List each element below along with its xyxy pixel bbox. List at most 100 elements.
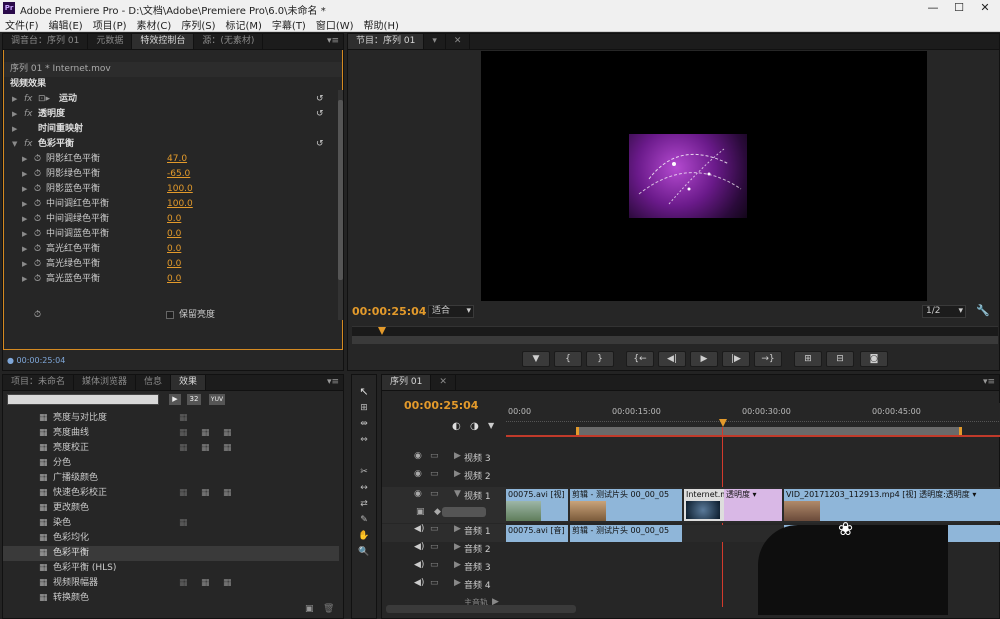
video-1-track-area[interactable]: 00075.avi [视] 剪辑 - 测试片头 00_00_05 Interne…: [506, 487, 1000, 523]
menu-file[interactable]: 文件(F): [0, 16, 44, 32]
tab-effect-controls[interactable]: 特效控制台: [132, 34, 195, 49]
lock-icon[interactable]: ▭: [430, 451, 439, 461]
eye-icon[interactable]: ◉: [414, 469, 422, 479]
list-item[interactable]: ▦ 更改颜色: [3, 501, 339, 516]
program-video-frame[interactable]: [481, 51, 927, 301]
menu-clip[interactable]: 素材(C): [132, 16, 177, 32]
list-item[interactable]: ▦ 广播级颜色: [3, 471, 339, 486]
yuv-filter-icon[interactable]: YUV: [209, 394, 225, 405]
reset-icon[interactable]: ↺: [316, 137, 324, 152]
param-value[interactable]: 0.0: [167, 212, 181, 227]
param-row[interactable]: ▶ ⏱ 阴影红色平衡 47.0: [4, 152, 344, 167]
delete-icon[interactable]: 🗑: [323, 604, 334, 614]
menu-help[interactable]: 帮助(H): [359, 16, 404, 32]
list-item[interactable]: ▦ 快速色彩校正 ▦ ▦ ▦: [3, 486, 339, 501]
param-row[interactable]: ▶ ⏱ 阴影蓝色平衡 100.0: [4, 182, 344, 197]
hand-tool-icon[interactable]: ✋: [356, 531, 372, 541]
marker-icon[interactable]: ◑: [470, 421, 479, 432]
lift-button[interactable]: ⊞: [794, 351, 822, 367]
panel-menu-icon[interactable]: ▾≡: [327, 36, 339, 46]
extract-button[interactable]: ⊟: [826, 351, 854, 367]
menu-window[interactable]: 窗口(W): [311, 16, 359, 32]
param-row[interactable]: ▶ ⏱ 阴影绿色平衡 -65.0: [4, 167, 344, 182]
param-value[interactable]: 100.0: [167, 182, 193, 197]
param-row[interactable]: ▶ ⏱ 高光绿色平衡 0.0: [4, 257, 344, 272]
tab-audio-mixer[interactable]: 调音台：序列 01: [3, 34, 89, 49]
list-item[interactable]: ▦ 分色: [3, 456, 339, 471]
export-frame-button[interactable]: ◙: [860, 351, 888, 367]
param-value[interactable]: 0.0: [167, 272, 181, 287]
video-clip-title-sequence[interactable]: 剪辑 - 测试片头 00_00_05: [570, 489, 682, 521]
rolling-edit-tool-icon[interactable]: ⇔: [356, 435, 372, 445]
selection-tool-icon[interactable]: ↖: [356, 385, 372, 398]
program-tab-menu-icon[interactable]: ▾: [424, 34, 446, 49]
tab-media-browser[interactable]: 媒体浏览器: [74, 375, 137, 390]
list-item[interactable]: ▦ 色彩均化: [3, 531, 339, 546]
32bit-filter-icon[interactable]: 32: [187, 394, 201, 405]
effect-row-motion[interactable]: ▶ fx ⊡▸ 运动 ↺: [4, 92, 342, 107]
tab-effects[interactable]: 效果: [171, 375, 207, 390]
keyframe-icon[interactable]: ◆: [434, 507, 441, 517]
speaker-icon[interactable]: ◀): [414, 524, 424, 534]
tab-source[interactable]: 源：(无素材): [194, 34, 264, 49]
collapse-icon[interactable]: ▼: [454, 489, 461, 499]
step-back-button[interactable]: ◀|: [658, 351, 686, 367]
scrollbar[interactable]: [338, 90, 343, 320]
expand-icon[interactable]: ▶: [454, 469, 461, 479]
lock-icon[interactable]: ▭: [430, 489, 439, 499]
program-zoom-bar[interactable]: [352, 336, 998, 344]
play-button[interactable]: ▶: [690, 351, 718, 367]
tab-sequence[interactable]: 序列 01: [382, 375, 432, 390]
expand-icon[interactable]: ▶: [454, 451, 461, 461]
track-select-tool-icon[interactable]: ⊞: [356, 403, 372, 413]
expand-icon[interactable]: ▶: [12, 122, 17, 137]
lock-icon[interactable]: ▭: [430, 469, 439, 479]
list-item[interactable]: ▦ 亮度与对比度 ▦: [3, 411, 339, 426]
list-item[interactable]: ▦ 亮度曲线 ▦ ▦ ▦: [3, 426, 339, 441]
timeline-horizontal-scrollbar[interactable]: [386, 605, 576, 613]
param-row[interactable]: ▶ ⏱ 中间调绿色平衡 0.0: [4, 212, 344, 227]
menu-edit[interactable]: 编辑(E): [44, 16, 88, 32]
lock-icon[interactable]: ▭: [430, 524, 439, 534]
mark-in-button[interactable]: {: [554, 351, 582, 367]
zoom-tool-icon[interactable]: 🔍: [356, 547, 372, 557]
param-value[interactable]: -65.0: [167, 167, 190, 182]
close-icon[interactable]: ✕: [431, 375, 456, 390]
speaker-icon[interactable]: ◀): [414, 560, 424, 570]
work-area-bar[interactable]: [576, 427, 962, 435]
speaker-icon[interactable]: ◀): [414, 578, 424, 588]
resolution-select[interactable]: 1/2 ▾: [922, 305, 966, 318]
lock-icon[interactable]: ▭: [430, 578, 439, 588]
reset-icon[interactable]: ↺: [316, 92, 324, 107]
wrench-icon[interactable]: 🔧: [976, 304, 990, 317]
audio-clip-00075[interactable]: 00075.avi [音]: [506, 525, 568, 542]
audio-clip-title-sequence[interactable]: 剪辑 - 测试片头 00_00_05: [570, 525, 682, 542]
accelerated-filter-icon[interactable]: ▶: [169, 394, 181, 405]
new-folder-icon[interactable]: ▣: [305, 604, 314, 614]
razor-tool-icon[interactable]: ✂: [356, 467, 372, 477]
timeline-ruler[interactable]: 00:00 00:00:15:00 00:00:30:00 00:00:45:0…: [506, 403, 1000, 437]
expand-icon[interactable]: ▶: [454, 578, 461, 588]
expand-icon[interactable]: ▶: [454, 524, 461, 534]
effect-row-time-remap[interactable]: ▶ 时间重映射: [4, 122, 342, 137]
expand-icon[interactable]: ▶: [454, 542, 461, 552]
slide-tool-icon[interactable]: ⇄: [356, 499, 372, 509]
slip-tool-icon[interactable]: ↔: [356, 483, 372, 493]
list-item[interactable]: ▦ 视频限幅器 ▦ ▦ ▦: [3, 576, 339, 591]
menu-title[interactable]: 字幕(T): [267, 16, 311, 32]
program-time-ruler[interactable]: [352, 326, 998, 336]
param-value[interactable]: 100.0: [167, 197, 193, 212]
go-to-out-button[interactable]: →}: [754, 351, 782, 367]
expand-icon[interactable]: ▶: [12, 92, 17, 107]
step-forward-button[interactable]: |▶: [722, 351, 750, 367]
ripple-edit-tool-icon[interactable]: ⇹: [356, 419, 372, 429]
preserve-luminosity-checkbox[interactable]: [166, 311, 174, 319]
minimize-button[interactable]: —: [920, 0, 946, 16]
tab-project[interactable]: 项目：未命名: [3, 375, 75, 390]
video-clip-transition[interactable]: 透明度 ▾: [724, 489, 782, 521]
param-value[interactable]: 47.0: [167, 152, 187, 167]
tab-info[interactable]: 信息: [136, 375, 172, 390]
list-item-selected[interactable]: ▦ 色彩平衡: [3, 546, 339, 561]
effect-row-opacity[interactable]: ▶ fx 透明度 ↺: [4, 107, 342, 122]
display-style-icon[interactable]: ▣: [416, 507, 425, 517]
